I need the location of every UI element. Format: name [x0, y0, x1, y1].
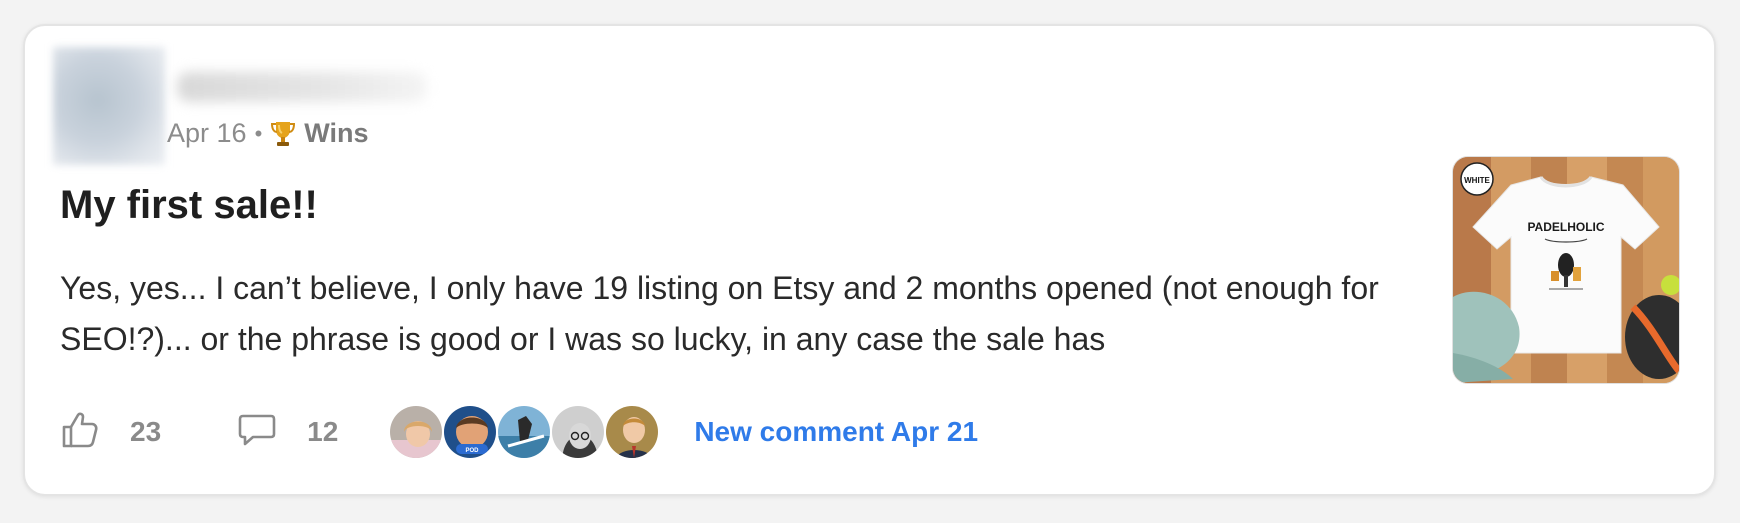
comment-icon[interactable] [237, 410, 277, 455]
author-avatar[interactable] [53, 47, 165, 165]
commenter-avatar[interactable] [496, 404, 553, 460]
like-button[interactable]: 23 [60, 410, 161, 455]
commenter-avatars[interactable]: POD [388, 404, 661, 460]
thumbnail-badge: WHITE [1464, 176, 1490, 185]
comment-count: 12 [307, 416, 339, 447]
new-comment-link[interactable]: New comment Apr 21 [694, 416, 978, 448]
post-title[interactable]: My first sale!! [60, 183, 318, 228]
post-footer: 23 12 POD New comment Apr 21 [60, 403, 978, 461]
post-meta: Apr 16 • Wins [167, 118, 369, 149]
thumbs-up-icon[interactable] [60, 410, 100, 455]
like-count: 23 [130, 416, 162, 447]
trophy-icon [270, 120, 296, 148]
commenter-avatar[interactable]: POD [442, 404, 499, 460]
svg-text:POD: POD [466, 448, 480, 454]
commenter-avatar[interactable] [604, 404, 661, 460]
commenter-avatar[interactable] [388, 404, 445, 460]
post-date: Apr 16 [167, 118, 247, 148]
author-name[interactable] [177, 72, 427, 102]
meta-separator: • [254, 120, 263, 146]
post-body[interactable]: Yes, yes... I can’t believe, I only have… [60, 263, 1390, 365]
commenter-avatar[interactable] [550, 404, 607, 460]
comment-button[interactable]: 12 [237, 410, 338, 455]
post-category[interactable]: Wins [304, 118, 368, 149]
post-card[interactable]: Apr 16 • Wins My first sale!! Yes, yes..… [23, 24, 1716, 496]
post-thumbnail[interactable]: PADELHOLIC WHITE [1452, 156, 1680, 384]
shirt-print-text: PADELHOLIC [1527, 220, 1604, 234]
